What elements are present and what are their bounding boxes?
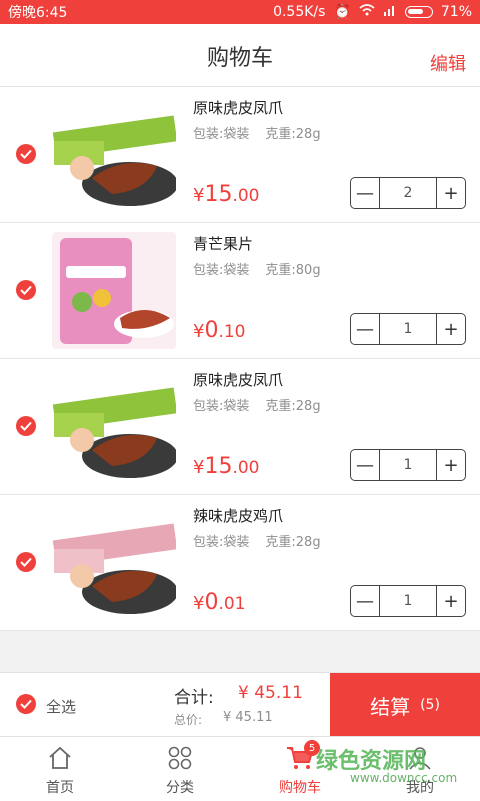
price-currency: ¥ [193, 185, 205, 206]
checkmark-icon [20, 149, 32, 159]
product-weight: 克重:28g [265, 535, 321, 550]
tab-home[interactable]: 首页 [0, 737, 120, 801]
sum-value: ¥ 45.11 [223, 710, 273, 725]
checkmark-icon [20, 421, 32, 431]
quantity-stepper: — 1 + [350, 585, 466, 617]
price-decimal: .00 [232, 458, 260, 478]
tab-label: 首页 [46, 780, 74, 796]
product-spec: 包装:袋装 克重:28g [193, 123, 321, 142]
increase-button[interactable]: + [437, 450, 465, 480]
checkout-button[interactable]: 结算 (5) [330, 673, 480, 737]
edit-button[interactable]: 编辑 [430, 50, 466, 76]
product-spec: 包装:袋装 克重:80g [193, 259, 321, 278]
product-pack: 包装:袋装 [193, 535, 250, 550]
quantity-value[interactable]: 1 [379, 314, 437, 344]
network-speed: 0.55K/s [273, 4, 326, 20]
wifi-icon [359, 4, 375, 20]
increase-button[interactable]: + [437, 314, 465, 344]
checkout-label: 结算 [370, 694, 411, 719]
product-pack: 包装:袋装 [193, 127, 250, 142]
item-checkbox[interactable] [16, 552, 36, 572]
quantity-stepper: — 1 + [350, 313, 466, 345]
quantity-value[interactable]: 2 [379, 178, 437, 208]
quantity-stepper: — 1 + [350, 449, 466, 481]
product-pack: 包装:袋装 [193, 399, 250, 414]
price-decimal: .00 [232, 186, 260, 206]
tab-label: 分类 [166, 780, 194, 796]
checkmark-icon [20, 699, 32, 709]
home-icon [45, 743, 75, 773]
product-weight: 克重:28g [265, 399, 321, 414]
sum-label: 总价: [174, 713, 203, 727]
product-spec: 包装:袋装 克重:28g [193, 531, 321, 550]
product-pack: 包装:袋装 [193, 263, 250, 278]
select-all-checkbox[interactable] [16, 694, 36, 714]
product-image[interactable] [52, 96, 176, 213]
product-image[interactable] [52, 368, 176, 485]
tab-label: 购物车 [279, 780, 321, 796]
increase-button[interactable]: + [437, 586, 465, 616]
price-integer: 15 [204, 454, 233, 479]
price-currency: ¥ [193, 593, 205, 614]
price-integer: 15 [204, 182, 233, 207]
product-price: ¥15.00 [193, 182, 260, 207]
cart-item: 原味虎皮凤爪 包装:袋装 克重:28g ¥15.00 — 1 + [0, 359, 480, 495]
price-currency: ¥ [193, 321, 205, 342]
product-name[interactable]: 原味虎皮凤爪 [193, 369, 283, 390]
total-value: ¥ 45.11 [238, 683, 303, 703]
cart-item: 原味虎皮凤爪 包装:袋装 克重:28g ¥15.00 — 2 + [0, 87, 480, 223]
price-integer: 0 [204, 590, 219, 615]
status-right: 0.55K/s ⏰ 71% [273, 4, 472, 20]
cart-item: 青芒果片 包装:袋装 克重:80g ¥0.10 — 1 + [0, 223, 480, 359]
product-image[interactable] [52, 504, 176, 621]
category-icon [165, 743, 195, 773]
item-checkbox[interactable] [16, 416, 36, 436]
product-name[interactable]: 青芒果片 [193, 233, 253, 254]
product-weight: 克重:28g [265, 127, 321, 142]
status-bar: 傍晚6:45 0.55K/s ⏰ 71% [0, 0, 480, 24]
price-decimal: .10 [218, 322, 246, 342]
battery-level: 71% [440, 4, 472, 20]
decrease-button[interactable]: — [351, 314, 379, 344]
battery-icon [404, 6, 433, 18]
page-header: 购物车 编辑 [0, 24, 480, 87]
signal-icon [383, 4, 397, 20]
checkout-count: (5) [420, 697, 440, 713]
watermark-url: www.downcc.com [350, 771, 458, 785]
alarm-icon: ⏰ [333, 4, 351, 20]
product-spec: 包装:袋装 克重:28g [193, 395, 321, 414]
product-weight: 克重:80g [265, 263, 321, 278]
product-image[interactable] [52, 232, 176, 349]
quantity-value[interactable]: 1 [379, 450, 437, 480]
checkmark-icon [20, 285, 32, 295]
decrease-button[interactable]: — [351, 586, 379, 616]
decrease-button[interactable]: — [351, 450, 379, 480]
select-all-label[interactable]: 全选 [46, 696, 76, 717]
quantity-value[interactable]: 1 [379, 586, 437, 616]
product-name[interactable]: 原味虎皮凤爪 [193, 97, 283, 118]
price-integer: 0 [204, 318, 219, 343]
tab-category[interactable]: 分类 [120, 737, 240, 801]
cart-list: 原味虎皮凤爪 包装:袋装 克重:28g ¥15.00 — 2 + 青芒果片 包装… [0, 87, 480, 631]
price-currency: ¥ [193, 457, 205, 478]
decrease-button[interactable]: — [351, 178, 379, 208]
product-price: ¥0.01 [193, 590, 246, 615]
increase-button[interactable]: + [437, 178, 465, 208]
total-label: 合计: [174, 688, 214, 708]
status-time: 傍晚6:45 [8, 5, 68, 21]
price-decimal: .01 [218, 594, 246, 614]
checkmark-icon [20, 557, 32, 567]
item-checkbox[interactable] [16, 280, 36, 300]
product-price: ¥0.10 [193, 318, 246, 343]
page-title: 购物车 [206, 46, 273, 71]
cart-summary-bar: 全选 合计: ¥ 45.11 总价: ¥ 45.11 结算 (5) [0, 672, 480, 737]
product-name[interactable]: 辣味虎皮鸡爪 [193, 505, 283, 526]
item-checkbox[interactable] [16, 144, 36, 164]
product-price: ¥15.00 [193, 454, 260, 479]
quantity-stepper: — 2 + [350, 177, 466, 209]
cart-item: 辣味虎皮鸡爪 包装:袋装 克重:28g ¥0.01 — 1 + [0, 495, 480, 631]
